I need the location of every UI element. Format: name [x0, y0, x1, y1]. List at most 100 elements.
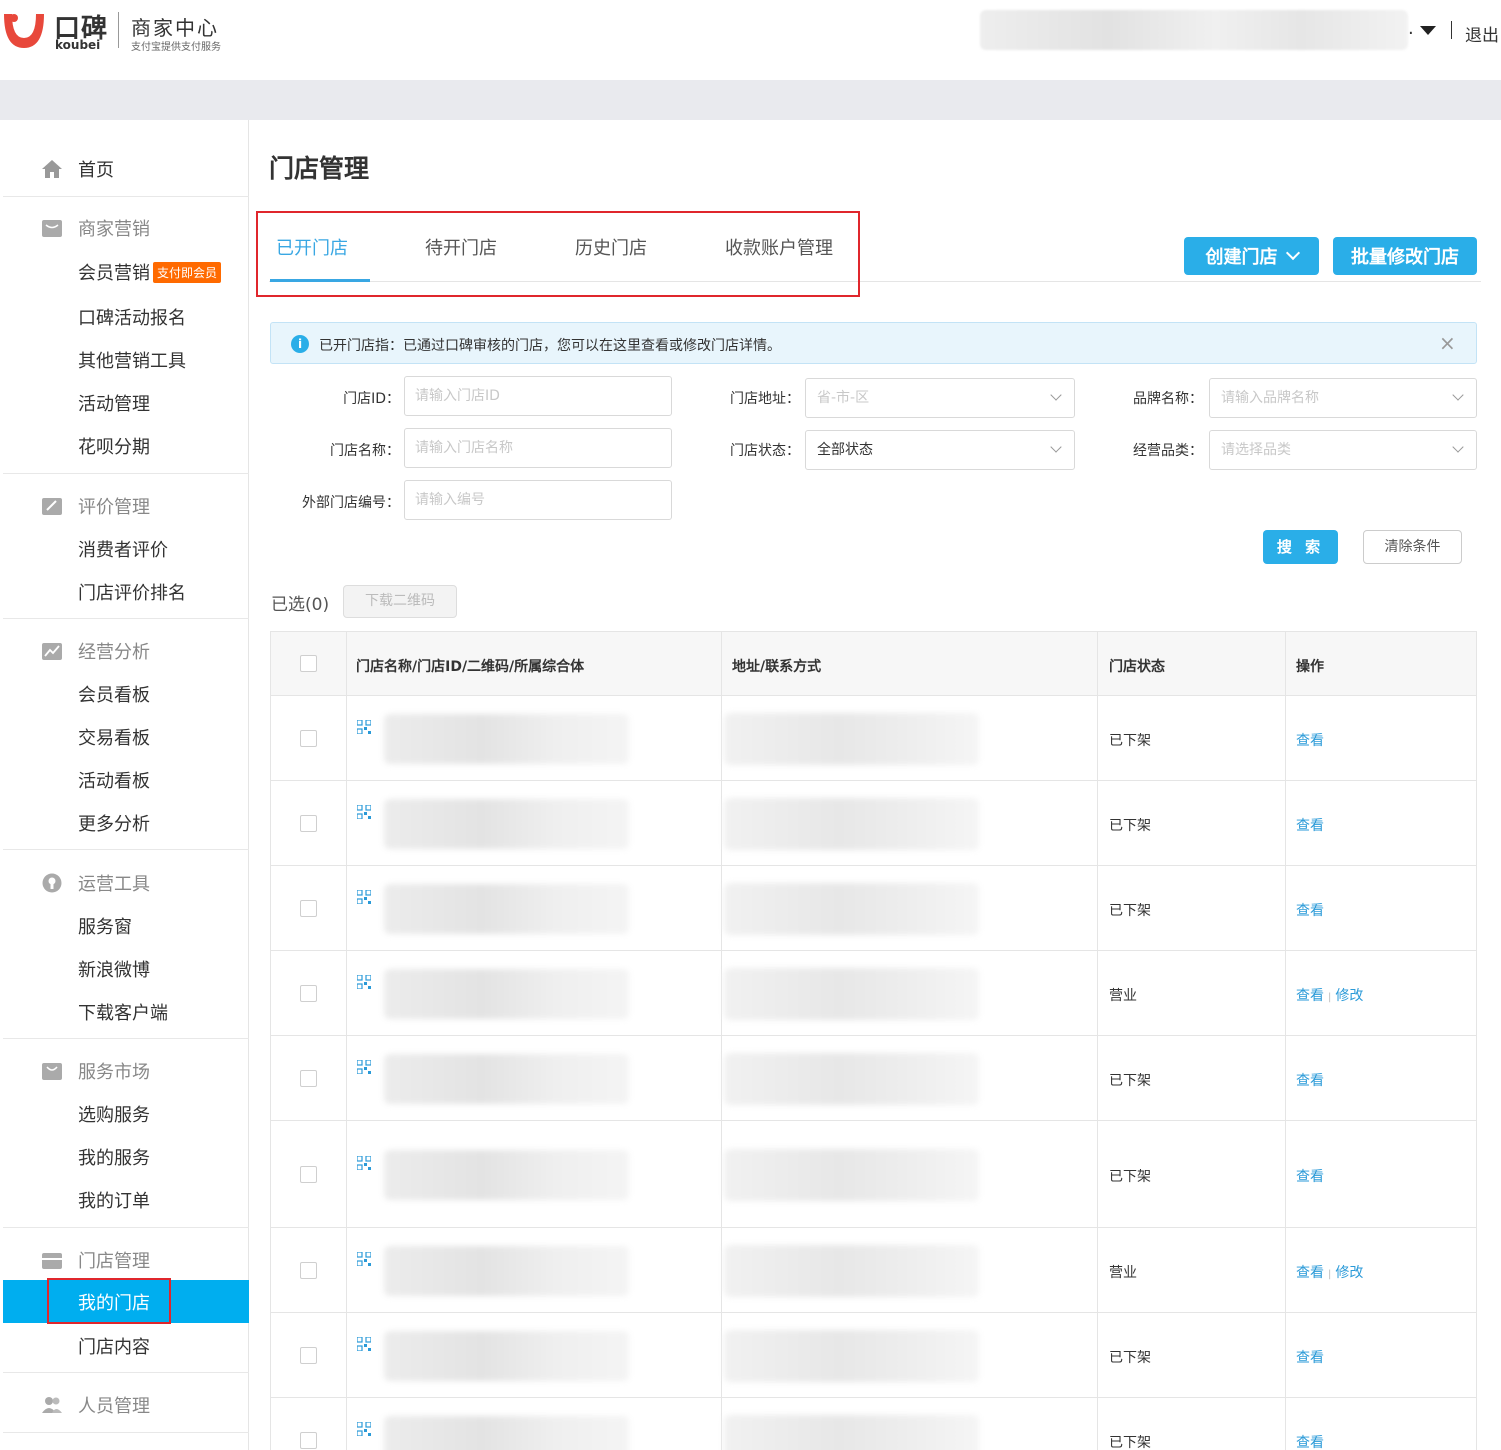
edit-link[interactable]: 修改 [1335, 1265, 1363, 1281]
sidebar-divider [3, 618, 249, 619]
status-text: 已下架 [1109, 733, 1151, 749]
qrcode-icon[interactable] [357, 1422, 371, 1436]
sidebar-item-store-content[interactable]: 门店内容 [78, 1333, 150, 1359]
sidebar-item-member-board[interactable]: 会员看板 [78, 681, 150, 707]
qrcode-icon[interactable] [357, 1252, 371, 1266]
view-link[interactable]: 查看 [1296, 988, 1324, 1004]
header-band [0, 80, 1501, 120]
row-checkbox[interactable] [300, 730, 317, 747]
sidebar-group-ops-tools[interactable]: 运营工具 [41, 870, 150, 896]
koubei-logo-icon[interactable] [2, 10, 46, 50]
search-button[interactable]: 搜 索 [1263, 530, 1338, 564]
view-link[interactable]: 查看 [1296, 903, 1324, 919]
qrcode-icon[interactable] [357, 975, 371, 989]
row-actions: 查看 [1296, 815, 1324, 835]
row-checkbox[interactable] [300, 1262, 317, 1279]
sidebar-item-member-marketing[interactable]: 会员营销 支付即会员 [78, 259, 222, 285]
category-select[interactable]: 请选择品类 [1209, 430, 1477, 470]
download-qr-button[interactable]: 下载二维码 [343, 585, 457, 618]
sidebar-item-huabei[interactable]: 花呗分期 [78, 433, 150, 459]
row-checkbox[interactable] [300, 1070, 317, 1087]
sidebar-item-weibo[interactable]: 新浪微博 [78, 956, 150, 982]
select-all-checkbox[interactable] [300, 655, 317, 672]
store-name-label: 门店名称： [330, 443, 400, 459]
qrcode-icon[interactable] [357, 720, 371, 734]
sidebar-item-trade-board[interactable]: 交易看板 [78, 724, 150, 750]
store-info-blurred [384, 1331, 629, 1381]
qrcode-icon[interactable] [357, 1060, 371, 1074]
sidebar-item-service-window[interactable]: 服务窗 [78, 913, 132, 939]
row-checkbox[interactable] [300, 985, 317, 1002]
ext-no-input[interactable] [404, 480, 672, 520]
column-header-address[interactable]: 地址/联系方式 [732, 656, 821, 676]
create-store-button[interactable]: 创建门店 [1184, 237, 1319, 275]
clear-filters-button[interactable]: 清除条件 [1363, 530, 1462, 564]
row-checkbox[interactable] [300, 900, 317, 917]
store-info-blurred [384, 799, 629, 849]
logout-link[interactable]: 退出 [1465, 21, 1499, 46]
sidebar-group-service-market[interactable]: 服务市场 [41, 1058, 150, 1084]
sidebar-item-home[interactable]: 首页 [41, 156, 114, 182]
row-checkbox[interactable] [300, 1347, 317, 1364]
sidebar-item-other-tools[interactable]: 其他营销工具 [78, 347, 186, 373]
brand-select[interactable]: 请输入品牌名称 [1209, 378, 1477, 418]
row-actions: 查看 | 修改 [1296, 985, 1363, 1005]
qrcode-icon[interactable] [357, 890, 371, 904]
view-link[interactable]: 查看 [1296, 1265, 1324, 1281]
address-select[interactable]: 省-市-区 [805, 378, 1075, 418]
table-row: 营业 查看 | 修改 [271, 1228, 1476, 1313]
sidebar-item-review-ranking[interactable]: 门店评价排名 [78, 579, 186, 605]
edit-link[interactable]: 修改 [1335, 988, 1363, 1004]
bag-icon [42, 1063, 62, 1080]
column-header-status[interactable]: 门店状态 [1109, 656, 1165, 676]
sidebar-item-activity-mgmt[interactable]: 活动管理 [78, 390, 150, 416]
table-row: 已下架 查看 [271, 1036, 1476, 1121]
sidebar-item-my-orders[interactable]: 我的订单 [78, 1187, 150, 1213]
address-blurred [724, 1149, 979, 1201]
batch-edit-button[interactable]: 批量修改门店 [1333, 237, 1477, 275]
qrcode-icon[interactable] [357, 1156, 371, 1170]
view-link[interactable]: 查看 [1296, 1073, 1324, 1089]
store-id-input[interactable] [404, 376, 672, 416]
sidebar-item-my-service[interactable]: 我的服务 [78, 1144, 150, 1170]
sidebar-item-download-client[interactable]: 下载客户端 [78, 999, 168, 1025]
status-select[interactable]: 全部状态 [805, 430, 1075, 470]
sidebar-item-consumer-reviews[interactable]: 消费者评价 [78, 536, 168, 562]
chevron-down-icon [1452, 389, 1464, 401]
sidebar-group-marketing[interactable]: 商家营销 [41, 215, 150, 241]
sidebar-group-analytics[interactable]: 经营分析 [41, 638, 150, 664]
sidebar-group-reviews[interactable]: 评价管理 [41, 493, 150, 519]
status-text: 已下架 [1109, 903, 1151, 919]
qrcode-icon[interactable] [357, 1337, 371, 1351]
row-checkbox[interactable] [300, 1432, 317, 1449]
row-checkbox[interactable] [300, 815, 317, 832]
column-header-store[interactable]: 门店名称/门店ID/二维码/所属综合体 [356, 656, 584, 676]
row-checkbox[interactable] [300, 1166, 317, 1183]
view-link[interactable]: 查看 [1296, 1350, 1324, 1366]
home-icon [42, 160, 62, 178]
sidebar-item-koubei-activity[interactable]: 口碑活动报名 [78, 304, 186, 330]
view-link[interactable]: 查看 [1296, 1169, 1324, 1185]
table-header: 门店名称/门店ID/二维码/所属综合体 地址/联系方式 门店状态 操作 [271, 632, 1476, 696]
status-text: 已下架 [1109, 1350, 1151, 1366]
status-text: 已下架 [1109, 1435, 1151, 1450]
qrcode-icon[interactable] [357, 805, 371, 819]
status-text: 已下架 [1109, 818, 1151, 834]
view-link[interactable]: 查看 [1296, 1435, 1324, 1450]
sidebar-group-store-mgmt[interactable]: 门店管理 [41, 1247, 150, 1273]
close-icon[interactable]: × [1439, 331, 1456, 355]
selected-count: 已选(0) [271, 595, 330, 615]
status-text: 已下架 [1109, 1073, 1151, 1089]
sidebar-group-label: 门店管理 [78, 1251, 150, 1272]
status-text: 营业 [1109, 988, 1137, 1004]
store-name-input[interactable] [404, 428, 672, 468]
user-account-blurred[interactable] [980, 10, 1408, 50]
view-link[interactable]: 查看 [1296, 818, 1324, 834]
view-link[interactable]: 查看 [1296, 733, 1324, 749]
sidebar-item-more-analysis[interactable]: 更多分析 [78, 810, 150, 836]
sidebar-item-buy-service[interactable]: 选购服务 [78, 1101, 150, 1127]
caret-down-icon[interactable] [1420, 26, 1436, 35]
sidebar-group-staff[interactable]: 人员管理 [41, 1392, 150, 1418]
sidebar-item-activity-board[interactable]: 活动看板 [78, 767, 150, 793]
sidebar-divider [3, 849, 249, 850]
